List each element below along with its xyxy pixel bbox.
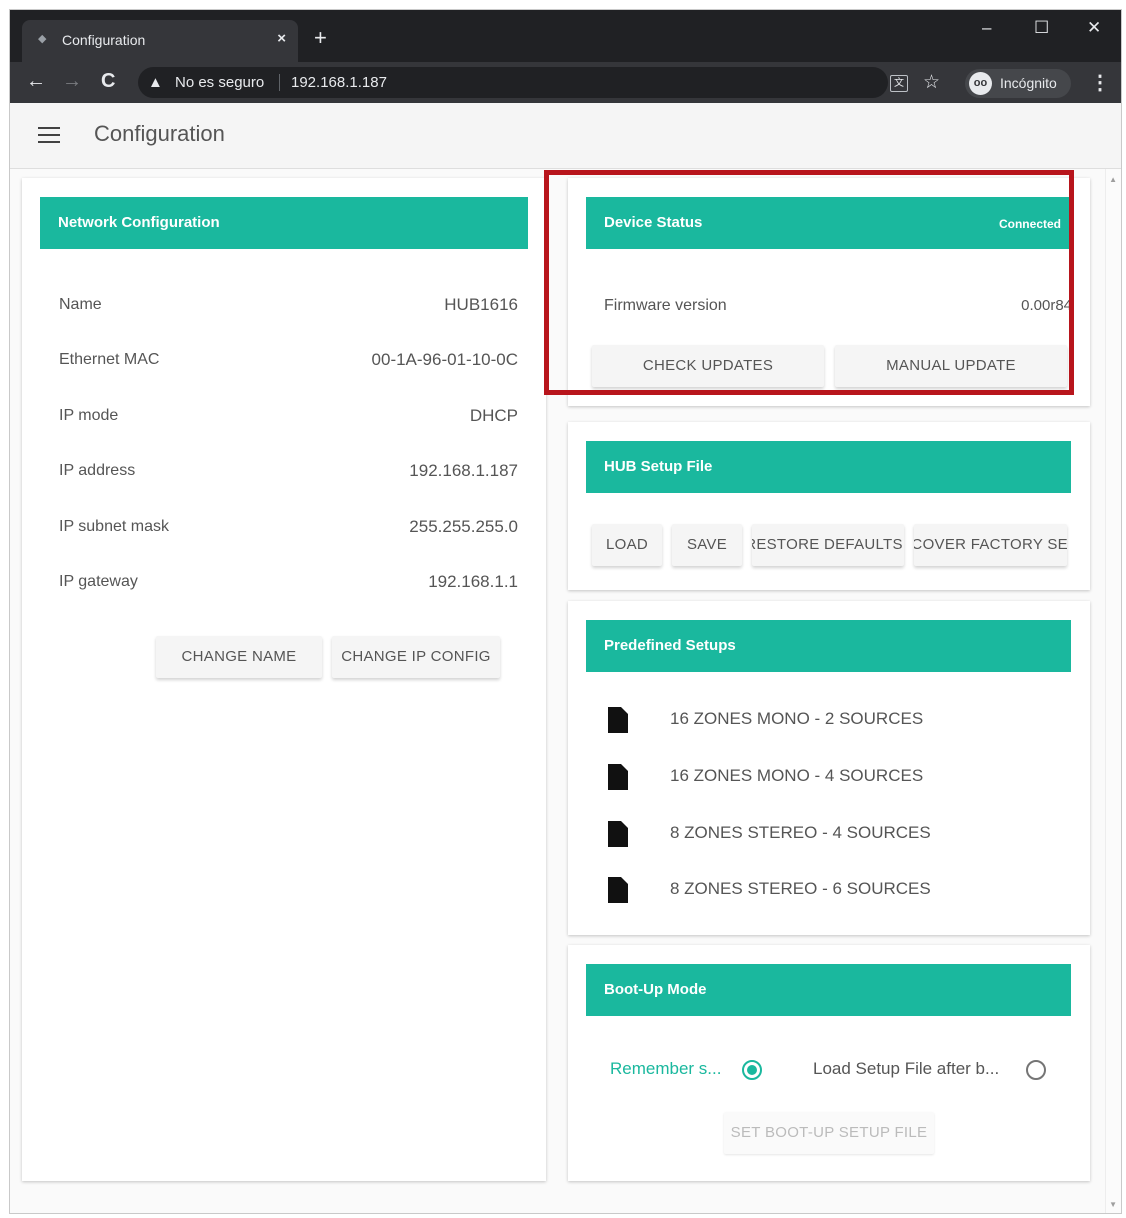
incognito-label: Incógnito (1000, 75, 1057, 91)
scroll-down-icon[interactable]: ▼ (1109, 1200, 1117, 1209)
forward-icon[interactable]: → (62, 70, 82, 92)
name-label: Name (59, 296, 102, 313)
subnet-mask-label: IP subnet mask (59, 518, 169, 535)
tab-close-icon[interactable]: × (277, 30, 286, 47)
browser-toolbar: ← → C ▲ No es seguro 192.168.1.187 文 ☆ o… (10, 62, 1121, 103)
predefined-setups-title: Predefined Setups (604, 637, 736, 654)
remember-option-label[interactable]: Remember s... (610, 1059, 721, 1079)
hub-setup-card: HUB Setup File LOAD SAVE RESTORE DEFAULT… (568, 422, 1090, 590)
file-icon (608, 877, 628, 903)
hamburger-menu-icon[interactable] (38, 127, 60, 143)
page-scrollbar[interactable]: ▲ ▼ (1105, 169, 1121, 1213)
mac-label: Ethernet MAC (59, 351, 160, 368)
subnet-mask-value: 255.255.255.0 (409, 517, 518, 536)
predefined-setups-header: Predefined Setups (586, 620, 1071, 672)
load-button[interactable]: LOAD (592, 524, 662, 566)
preset-label: 8 ZONES STEREO - 6 SOURCES (670, 879, 931, 898)
save-button[interactable]: SAVE (672, 524, 742, 566)
gateway-value: 192.168.1.1 (428, 572, 518, 591)
tab-title: Configuration (62, 32, 146, 48)
address-bar[interactable]: ▲ No es seguro 192.168.1.187 文 ☆ (138, 67, 940, 98)
bookmark-star-icon[interactable]: ☆ (923, 71, 940, 94)
page-title: Configuration (94, 121, 225, 146)
remember-radio[interactable] (742, 1060, 762, 1080)
network-config-title: Network Configuration (58, 214, 220, 231)
load-after-boot-label[interactable]: Load Setup File after b... (813, 1059, 999, 1079)
predefined-setups-card: Predefined Setups 16 ZONES MONO - 2 SOUR… (568, 601, 1090, 935)
hub-setup-header: HUB Setup File (586, 441, 1071, 493)
network-config-header: Network Configuration (40, 197, 528, 249)
browser-menu-icon[interactable]: ⋮ (1090, 70, 1110, 95)
scroll-up-icon[interactable]: ▲ (1109, 175, 1117, 184)
recover-factory-button[interactable]: RECOVER FACTORY SETUP (914, 524, 1067, 566)
omnibox-divider (279, 74, 280, 91)
back-icon[interactable]: ← (26, 70, 46, 92)
ip-mode-value: DHCP (469, 406, 518, 425)
ip-address-label: IP address (59, 462, 136, 479)
browser-tab[interactable]: ◆ Configuration × (22, 20, 298, 62)
bootup-mode-card: Boot-Up Mode Remember s... Load Setup Fi… (568, 945, 1090, 1181)
set-bootup-file-button[interactable]: SET BOOT-UP SETUP FILE (724, 1112, 934, 1154)
reload-icon[interactable]: C (101, 70, 115, 92)
change-name-button[interactable]: CHANGE NAME (156, 636, 322, 678)
preset-label: 16 ZONES MONO - 4 SOURCES (670, 766, 924, 785)
gateway-label: IP gateway (59, 573, 138, 590)
ip-address-value: 192.168.1.187 (409, 461, 518, 480)
ip-mode-label: IP mode (59, 407, 119, 424)
file-icon (608, 821, 628, 847)
app-bar: Configuration (10, 103, 1121, 169)
hub-setup-title: HUB Setup File (604, 458, 713, 475)
window-close-icon[interactable]: ✕ (1087, 18, 1101, 38)
change-ip-config-button[interactable]: CHANGE IP CONFIG (332, 636, 500, 678)
incognito-badge[interactable]: oo Incógnito (965, 69, 1071, 98)
bootup-mode-title: Boot-Up Mode (604, 981, 707, 998)
bootup-mode-header: Boot-Up Mode (586, 964, 1071, 1016)
preset-label: 8 ZONES STEREO - 4 SOURCES (670, 823, 931, 842)
file-icon (608, 764, 628, 790)
load-after-boot-radio[interactable] (1026, 1060, 1046, 1080)
security-status[interactable]: No es seguro (175, 74, 264, 91)
url-text[interactable]: 192.168.1.187 (291, 74, 387, 91)
minimize-icon[interactable]: – (982, 18, 991, 38)
highlight-box (544, 170, 1074, 395)
file-icon (608, 707, 628, 733)
warning-icon: ▲ (148, 74, 163, 91)
favicon-icon: ◆ (38, 33, 47, 45)
mac-value: 00-1A-96-01-10-0C (371, 350, 518, 369)
incognito-icon: oo (969, 72, 992, 95)
name-value: HUB1616 (444, 295, 518, 314)
translate-icon[interactable]: 文 (890, 75, 908, 92)
new-tab-icon[interactable]: + (314, 27, 327, 49)
preset-label: 16 ZONES MONO - 2 SOURCES (670, 709, 924, 728)
network-config-card: Network Configuration Name HUB1616 Ether… (22, 178, 546, 1181)
maximize-icon[interactable]: ☐ (1034, 18, 1049, 38)
tab-bar: ◆ Configuration × + – ☐ ✕ (10, 10, 1121, 62)
restore-defaults-button[interactable]: RESTORE DEFAULTS (752, 524, 904, 566)
